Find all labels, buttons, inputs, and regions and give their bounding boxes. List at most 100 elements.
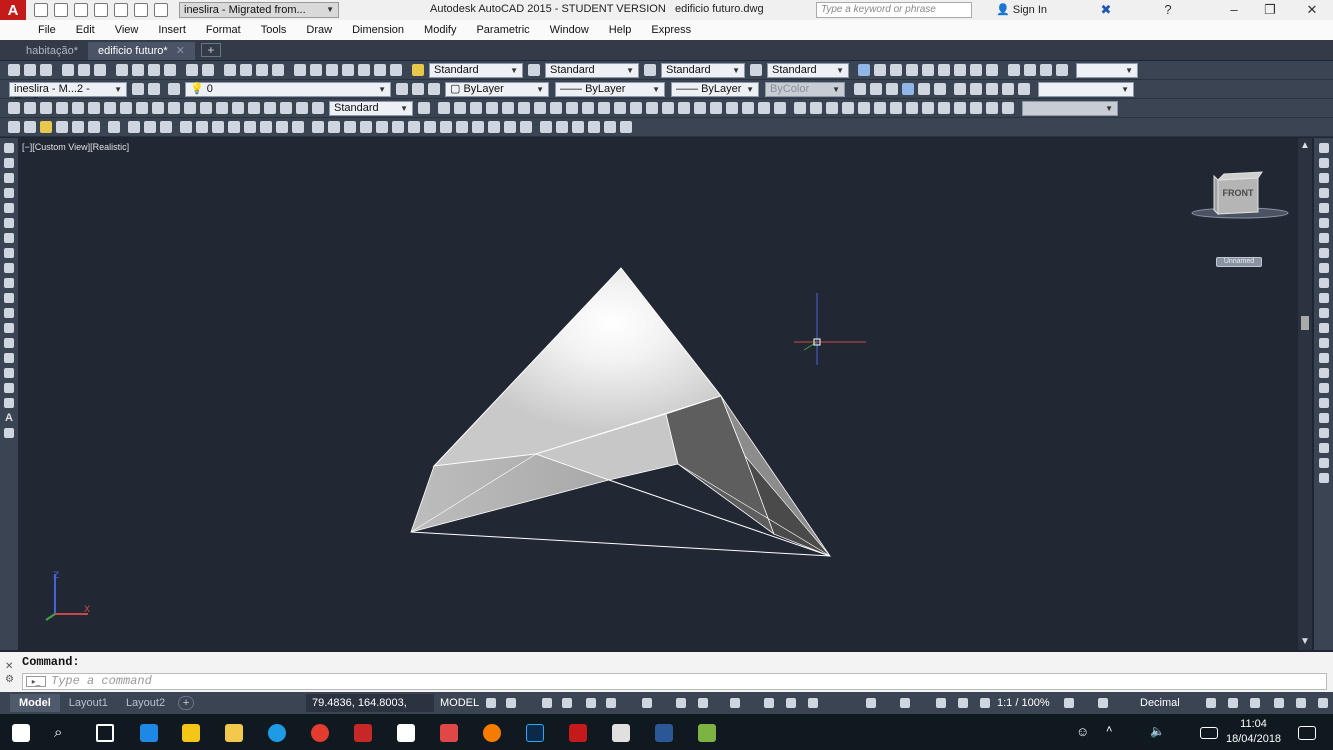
ucs-object-icon[interactable] xyxy=(858,102,870,114)
command-settings-icon[interactable]: ⚙ xyxy=(5,674,14,685)
menu-express[interactable]: Express xyxy=(641,20,701,40)
customization-icon[interactable] xyxy=(1318,698,1328,708)
qnew-icon[interactable] xyxy=(8,64,20,76)
view-tool-icon[interactable] xyxy=(986,64,998,76)
dim-baseline-icon[interactable] xyxy=(152,102,164,114)
cone-icon[interactable] xyxy=(486,102,498,114)
command-close-icon[interactable]: ✕ xyxy=(5,661,13,672)
arc-icon[interactable] xyxy=(4,218,14,228)
layer-properties-icon[interactable] xyxy=(168,83,180,95)
array-icon[interactable] xyxy=(1318,203,1329,213)
new-tab-button[interactable]: + xyxy=(200,43,221,57)
popcorn-icon[interactable] xyxy=(354,724,372,742)
move-3d-icon[interactable] xyxy=(726,102,738,114)
planar-surface-icon[interactable] xyxy=(582,102,594,114)
tab-model[interactable]: Model xyxy=(10,694,60,712)
grid-icon[interactable] xyxy=(486,698,496,708)
align-3d-icon[interactable] xyxy=(758,102,770,114)
construction-line-icon[interactable] xyxy=(4,158,14,168)
view-tool-icon[interactable] xyxy=(938,64,950,76)
notepad-icon[interactable] xyxy=(698,724,716,742)
ucs-world-icon[interactable] xyxy=(810,102,822,114)
dim-continue-icon[interactable] xyxy=(168,102,180,114)
spline-icon[interactable] xyxy=(4,263,14,273)
orbit-icon[interactable] xyxy=(160,121,172,133)
check-icon[interactable] xyxy=(520,121,532,133)
torus-icon[interactable] xyxy=(534,102,546,114)
close-icon[interactable]: ✕ xyxy=(176,42,185,60)
viewport-icon[interactable] xyxy=(1056,64,1068,76)
visual-style-icon[interactable] xyxy=(1002,102,1014,114)
make-block-icon[interactable] xyxy=(4,323,14,333)
fly-icon[interactable] xyxy=(144,121,156,133)
add-layout-button[interactable]: + xyxy=(178,696,195,710)
ucs-x-icon[interactable] xyxy=(938,102,950,114)
store-icon[interactable] xyxy=(182,724,200,742)
tab-habitacao[interactable]: habitação* xyxy=(16,42,88,60)
text-front-icon[interactable] xyxy=(1318,473,1329,483)
isometric-icon[interactable] xyxy=(642,698,652,708)
ellipse-arc-icon[interactable] xyxy=(4,293,14,303)
copy-face-icon[interactable] xyxy=(424,121,436,133)
autocad-active-icon[interactable] xyxy=(569,724,587,742)
layer-previous-icon[interactable] xyxy=(412,83,424,95)
ucs-y-icon[interactable] xyxy=(954,102,966,114)
menu-view[interactable]: View xyxy=(105,20,149,40)
dim-aligned-icon[interactable] xyxy=(24,102,36,114)
table-style-select[interactable]: Standard ▼ xyxy=(661,62,745,78)
fly-icon[interactable] xyxy=(1002,83,1014,95)
move-icon[interactable] xyxy=(1318,218,1329,228)
paste-icon[interactable] xyxy=(148,64,160,76)
cylinder-icon[interactable] xyxy=(518,102,530,114)
annotation-scale-icon[interactable] xyxy=(980,698,990,708)
object-snap-tracking-icon[interactable] xyxy=(676,698,686,708)
helix-icon[interactable] xyxy=(566,102,578,114)
dim-update-icon[interactable] xyxy=(312,102,324,114)
ucs-3point-icon[interactable] xyxy=(922,102,934,114)
render-icon[interactable] xyxy=(854,83,866,95)
model-viewport[interactable]: [−][Custom View][Realistic] Z X FRONT Un… xyxy=(18,138,1312,650)
properties-icon[interactable] xyxy=(294,64,306,76)
publish-icon[interactable] xyxy=(94,64,106,76)
pan-icon[interactable] xyxy=(224,64,236,76)
menu-tools[interactable]: Tools xyxy=(251,20,297,40)
fillet-icon[interactable] xyxy=(1318,353,1329,363)
help-icon[interactable]: ? xyxy=(1160,2,1176,18)
layer-state-icon[interactable] xyxy=(428,83,440,95)
search-icon[interactable]: ⌕ xyxy=(54,724,72,742)
dim-diameter-icon[interactable] xyxy=(104,102,116,114)
join-icon[interactable] xyxy=(1318,323,1329,333)
tool-palettes-icon[interactable] xyxy=(326,64,338,76)
hatch-icon[interactable] xyxy=(4,353,14,363)
box-icon[interactable] xyxy=(454,102,466,114)
notifications-icon[interactable] xyxy=(1298,726,1316,740)
close-button[interactable]: ✕ xyxy=(1304,2,1320,18)
dim-space-icon[interactable] xyxy=(184,102,196,114)
workspace-select[interactable]: ineslira - Migrated from... ▼ xyxy=(179,2,339,18)
polar-tracking-icon[interactable] xyxy=(606,698,616,708)
3d-osnap-icon[interactable] xyxy=(808,698,818,708)
chevron-up-icon[interactable]: ▲ xyxy=(1298,140,1312,151)
presspull-icon[interactable] xyxy=(614,102,626,114)
plus-icon[interactable] xyxy=(1098,698,1108,708)
modeling-icon[interactable] xyxy=(438,102,450,114)
blend-icon[interactable] xyxy=(1318,368,1329,378)
wedge-icon[interactable] xyxy=(470,102,482,114)
object-snap-icon[interactable] xyxy=(698,698,708,708)
selection-cycling-icon[interactable] xyxy=(786,698,796,708)
continuous-orbit-icon[interactable] xyxy=(196,121,208,133)
line-icon[interactable] xyxy=(4,143,14,153)
inspection-icon[interactable] xyxy=(248,102,260,114)
draw-order-icon[interactable] xyxy=(1318,398,1329,408)
restore-button[interactable]: ❐ xyxy=(1262,2,1278,18)
tab-edificio-futuro[interactable]: edificio futuro* ✕ xyxy=(88,42,195,60)
bring-above-icon[interactable] xyxy=(1318,443,1329,453)
clip-icon[interactable] xyxy=(260,121,272,133)
autocad-taskbar-icon[interactable] xyxy=(440,724,458,742)
ucs-icon[interactable] xyxy=(794,102,806,114)
3d-pyramid-model[interactable] xyxy=(410,267,832,557)
extrude-face-icon[interactable] xyxy=(328,121,340,133)
polygon-icon[interactable] xyxy=(4,188,14,198)
plot-icon[interactable] xyxy=(114,3,128,17)
redo-icon[interactable] xyxy=(154,3,168,17)
